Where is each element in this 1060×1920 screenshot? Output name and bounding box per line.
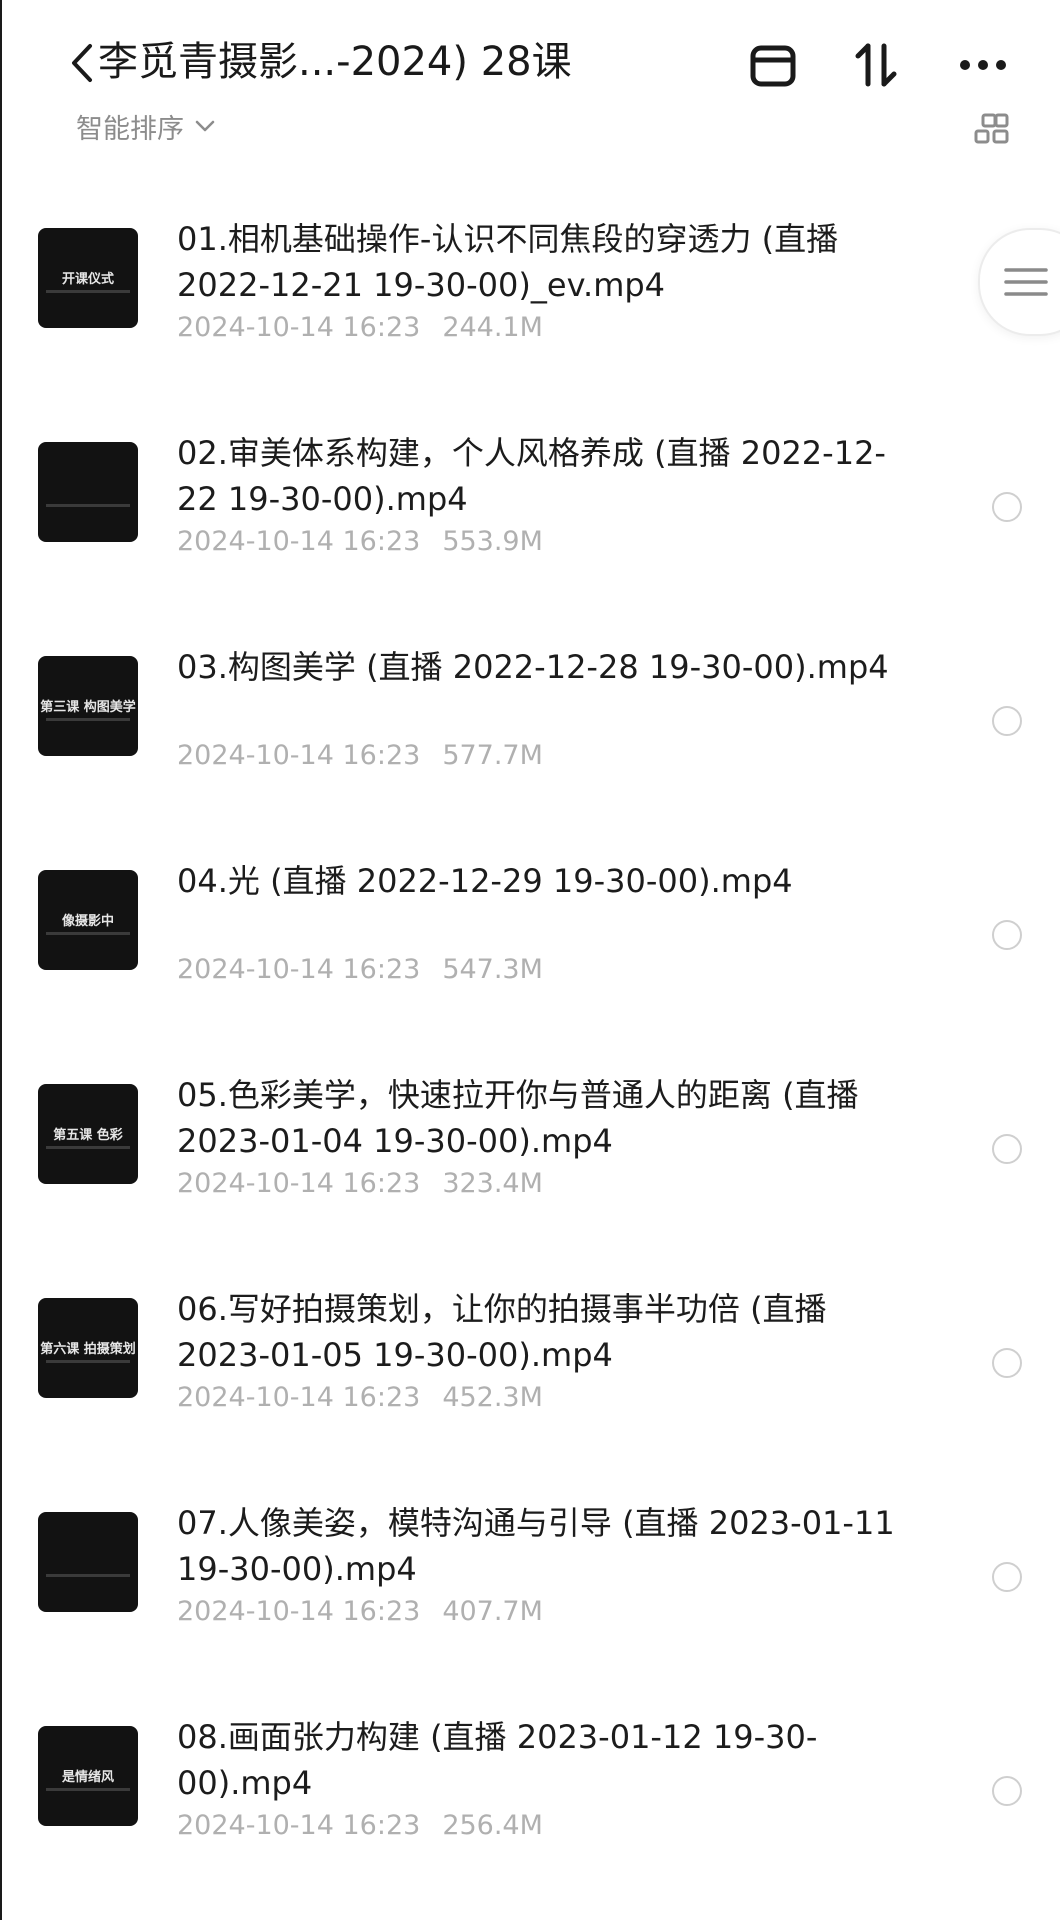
file-size: 452.3M [442,1382,543,1413]
back-button[interactable] [66,36,96,90]
file-row[interactable]: 第三课 构图美学 03.构图美学 (直播 2022-12-28 19-30-00)… [0,618,1060,818]
thumbnail-subline [46,1360,130,1363]
page-title: 李觅青摄影...-2024) 28课 [98,39,572,85]
file-row[interactable]: 第五课 色彩 05.色彩美学，快速拉开你与普通人的距离 (直播 2023-01-0… [0,1046,1060,1246]
file-name: 03.构图美学 (直播 2022-12-28 19-30-00).mp4 [177,648,889,686]
file-date: 2024-10-14 16:23 [177,954,421,985]
thumbnail-caption: 开课仪式 [61,272,114,287]
more-icon [960,60,1006,70]
file-name: 02.审美体系构建，个人风格养成 (直播 2022-12-22 19-30-00… [177,434,886,518]
file-name: 01.相机基础操作-认识不同焦段的穿透力 (直播 2022-12-21 19-3… [177,220,839,304]
file-date: 2024-10-14 16:23 [177,1382,421,1413]
file-meta: 2024-10-14 16:23 547.3M [177,954,543,985]
file-name: 07.人像美姿，模特沟通与引导 (直播 2023-01-11 19-30-00)… [177,1504,895,1588]
thumbnail-caption: 第五课 色彩 [53,1128,123,1143]
video-thumbnail: 像摄影中 [38,870,138,970]
file-meta: 2024-10-14 16:23 407.7M [177,1596,543,1627]
thumbnail-subline [46,932,130,935]
file-meta: 2024-10-14 16:23 577.7M [177,740,543,771]
select-button[interactable] [746,40,800,90]
file-row[interactable]: 是情绪风 08.画面张力构建 (直播 2023-01-12 19-30-00).m… [0,1688,1060,1888]
select-checkbox[interactable] [992,1776,1022,1806]
video-thumbnail: 第五课 色彩 [38,1084,138,1184]
thumbnail-caption: 是情绪风 [61,1770,114,1785]
file-date: 2024-10-14 16:23 [177,526,421,557]
chevron-down-icon [195,120,215,132]
select-box-icon [750,45,796,87]
select-checkbox[interactable] [992,1134,1022,1164]
header: 李觅青摄影...-2024) 28课 智能排序 [0,0,1060,150]
file-size: 244.1M [442,312,543,343]
file-row[interactable]: 02.审美体系构建，个人风格养成 (直播 2022-12-22 19-30-00… [0,404,1060,604]
file-date: 2024-10-14 16:23 [177,312,421,343]
select-checkbox[interactable] [992,706,1022,736]
grid-view-icon [974,113,1009,144]
select-checkbox[interactable] [992,1348,1022,1378]
video-thumbnail [38,442,138,542]
file-row[interactable]: 07.人像美姿，模特沟通与引导 (直播 2023-01-11 19-30-00)… [0,1474,1060,1674]
file-meta: 2024-10-14 16:23 323.4M [177,1168,543,1199]
video-thumbnail: 开课仪式 [38,228,138,328]
file-row[interactable]: 开课仪式 01.相机基础操作-认识不同焦段的穿透力 (直播 2022-12-21 … [0,190,1060,390]
file-name: 05.色彩美学，快速拉开你与普通人的距离 (直播 2023-01-04 19-3… [177,1076,859,1160]
thumbnail-caption: 第六课 拍摄策划 [40,1342,136,1357]
file-size: 577.7M [442,740,543,771]
select-checkbox[interactable] [992,492,1022,522]
file-name: 06.写好拍摄策划，让你的拍摄事半功倍 (直播 2023-01-05 19-30… [177,1290,827,1374]
sort-icon [855,43,897,87]
file-name: 08.画面张力构建 (直播 2023-01-12 19-30-00).mp4 [177,1718,818,1802]
thumbnail-caption: 像摄影中 [61,914,114,929]
thumbnail-subline [46,1146,130,1149]
back-arrow-icon [72,44,92,82]
file-name: 04.光 (直播 2022-12-29 19-30-00).mp4 [177,862,793,900]
file-meta: 2024-10-14 16:23 553.9M [177,526,543,557]
thumbnail-caption: 第三课 构图美学 [40,700,136,715]
file-row[interactable]: 像摄影中 04.光 (直播 2022-12-29 19-30-00).mp4 202… [0,832,1060,1032]
thumbnail-subline [46,1574,130,1577]
file-size: 547.3M [442,954,543,985]
video-thumbnail: 第六课 拍摄策划 [38,1298,138,1398]
file-size: 323.4M [442,1168,543,1199]
sort-button[interactable] [850,40,904,90]
file-meta: 2024-10-14 16:23 452.3M [177,1382,543,1413]
file-date: 2024-10-14 16:23 [177,1168,421,1199]
file-row[interactable]: 第六课 拍摄策划 06.写好拍摄策划，让你的拍摄事半功倍 (直播 2023-01-… [0,1260,1060,1460]
select-checkbox[interactable] [992,920,1022,950]
file-size: 407.7M [442,1596,543,1627]
file-date: 2024-10-14 16:23 [177,1596,421,1627]
sort-label: 智能排序 [76,113,184,145]
thumbnail-subline [46,1788,130,1791]
thumbnail-subline [46,718,130,721]
grid-view-button[interactable] [974,112,1010,146]
video-thumbnail: 是情绪风 [38,1726,138,1826]
file-meta: 2024-10-14 16:23 256.4M [177,1810,543,1841]
thumbnail-subline [46,504,130,507]
file-size: 256.4M [442,1810,543,1841]
file-date: 2024-10-14 16:23 [177,740,421,771]
more-button[interactable] [956,40,1010,90]
sort-dropdown[interactable]: 智能排序 [76,106,216,146]
select-checkbox[interactable] [992,1562,1022,1592]
thumbnail-subline [46,290,130,293]
file-date: 2024-10-14 16:23 [177,1810,421,1841]
video-thumbnail [38,1512,138,1612]
file-size: 553.9M [442,526,543,557]
video-thumbnail: 第三课 构图美学 [38,656,138,756]
file-meta: 2024-10-14 16:23 244.1M [177,312,543,343]
